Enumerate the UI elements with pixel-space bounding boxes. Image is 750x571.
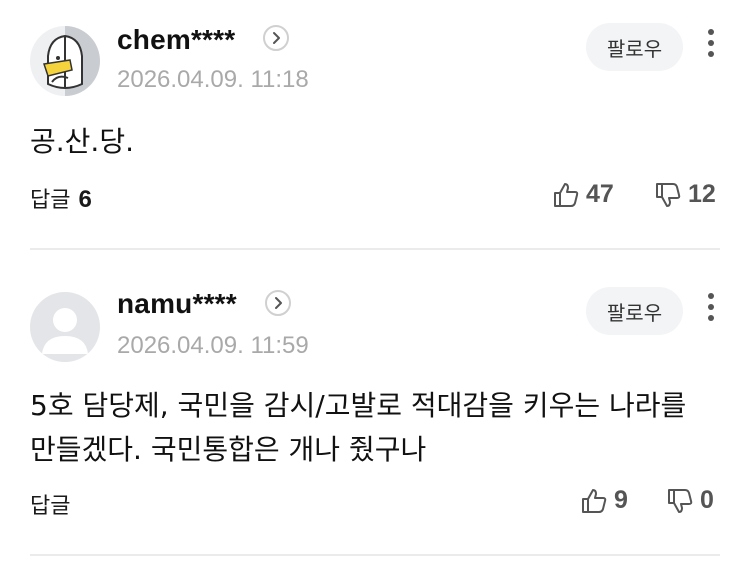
comment-item: namu**** 2026.04.09. 11:59 팔로우 5호 담당제, 국… bbox=[0, 252, 750, 558]
comment-date: 2026.04.09. 11:18 bbox=[117, 66, 309, 93]
follow-button[interactable]: 팔로우 bbox=[586, 287, 683, 335]
dislike-count: 0 bbox=[700, 486, 714, 514]
reply-label: 답글 bbox=[30, 188, 71, 213]
like-button[interactable]: 47 bbox=[552, 180, 614, 209]
reply-count: 6 bbox=[78, 186, 92, 213]
comment-item: chem**** 2026.04.09. 11:18 팔로우 공.산.당. 답글… bbox=[0, 0, 750, 252]
comment-text: 5호 담당제, 국민을 감시/고발로 적대감을 키우는 나라를 만들겠다. 국민… bbox=[30, 389, 687, 466]
comment-date: 2026.04.09. 11:59 bbox=[117, 332, 309, 359]
dislike-button[interactable]: 0 bbox=[666, 486, 714, 515]
comment-text: 공.산.당. bbox=[30, 125, 134, 158]
like-count: 9 bbox=[614, 486, 628, 514]
like-button[interactable]: 9 bbox=[580, 486, 628, 515]
chevron-right-icon[interactable] bbox=[263, 25, 289, 51]
follow-button[interactable]: 팔로우 bbox=[586, 23, 683, 71]
comment-divider bbox=[30, 554, 720, 556]
thumbs-down-icon bbox=[668, 488, 693, 513]
thumbs-up-icon bbox=[582, 488, 607, 513]
chevron-right-icon[interactable] bbox=[265, 290, 291, 316]
more-options-icon[interactable] bbox=[700, 26, 722, 66]
like-count: 47 bbox=[586, 180, 614, 208]
dislike-button[interactable]: 12 bbox=[654, 180, 716, 209]
comment-username[interactable]: chem**** bbox=[117, 24, 235, 56]
reply-button[interactable]: 답글 bbox=[30, 488, 70, 520]
thumbs-down-icon bbox=[656, 182, 681, 207]
dislike-count: 12 bbox=[688, 180, 716, 208]
masked-face-avatar-icon[interactable] bbox=[30, 26, 100, 96]
more-options-icon[interactable] bbox=[700, 290, 722, 330]
reply-label: 답글 bbox=[30, 494, 71, 519]
comment-username[interactable]: namu**** bbox=[117, 288, 237, 320]
thumbs-up-icon bbox=[554, 182, 579, 207]
reply-button[interactable]: 답글 6 bbox=[30, 182, 92, 214]
comment-divider bbox=[30, 248, 720, 250]
default-user-avatar-icon[interactable] bbox=[30, 292, 100, 362]
